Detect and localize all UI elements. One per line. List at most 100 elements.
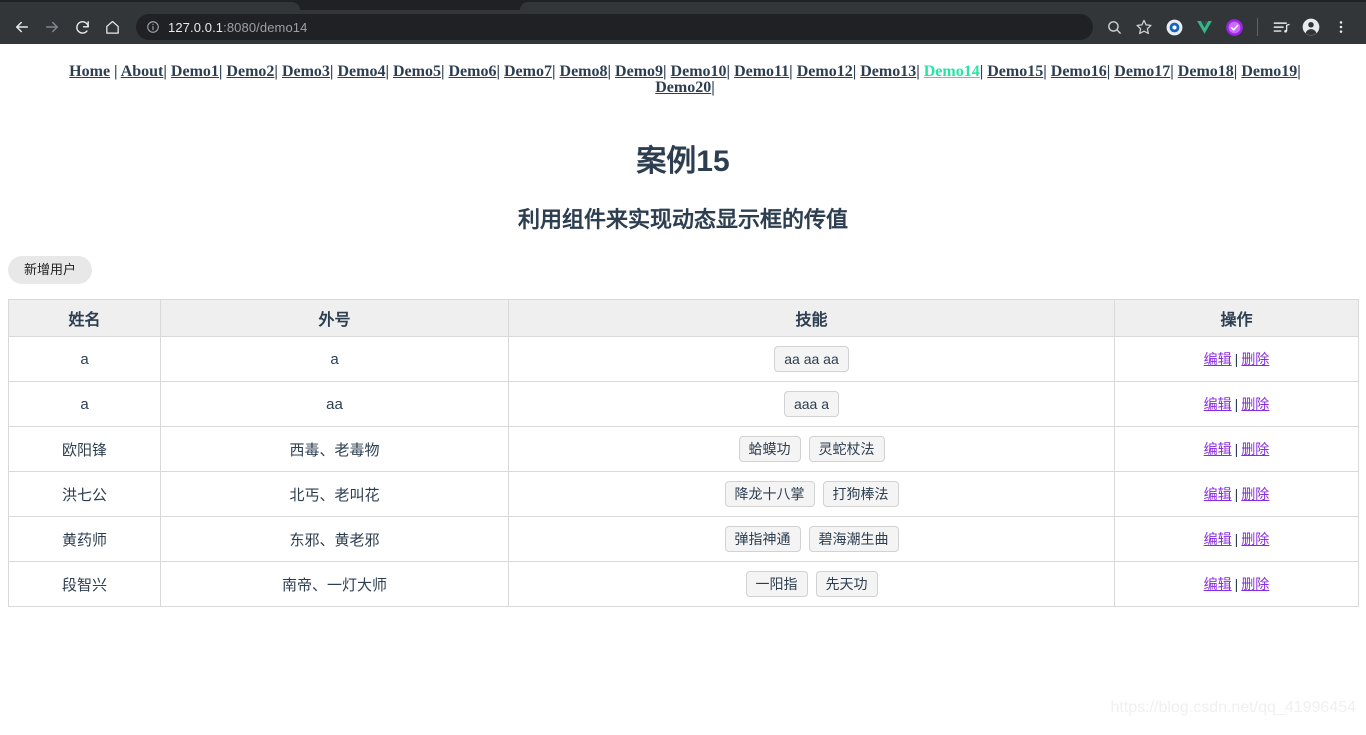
back-arrow-icon[interactable] (8, 13, 36, 41)
nav-link-demo16[interactable]: Demo16 (1051, 63, 1107, 80)
skill-tag: aa aa aa (774, 346, 849, 372)
table-row: a a aa aa aa 编辑 | 删除 (8, 336, 1359, 382)
delete-link[interactable]: 删除 (1241, 576, 1269, 592)
delete-link[interactable]: 删除 (1241, 441, 1269, 457)
cell-nickname: 北丐、老叫花 (160, 471, 509, 517)
nav-link-demo6[interactable]: Demo6 (448, 63, 496, 80)
nav-separator: | (163, 63, 171, 80)
nav-separator: | (711, 79, 715, 96)
nav-link-demo18[interactable]: Demo18 (1178, 63, 1234, 80)
page-subtitle: 利用组件来实现动态显示框的传值 (517, 207, 848, 232)
nav-link-demo9[interactable]: Demo9 (615, 63, 663, 80)
chrome-menu-icon[interactable] (1326, 13, 1356, 41)
nav-link-demo15[interactable]: Demo15 (987, 63, 1043, 80)
nav-link-demo8[interactable]: Demo8 (560, 63, 608, 80)
operations-separator: | (1234, 531, 1239, 547)
skill-tag: 弹指神通 (724, 526, 801, 552)
vue-devtools-icon[interactable] (1189, 13, 1219, 41)
delete-link[interactable]: 删除 (1241, 396, 1269, 412)
page-content: Home | About| Demo1| Demo2| Demo3| Demo4… (0, 44, 1366, 735)
nav-link-demo1[interactable]: Demo1 (171, 63, 219, 80)
skill-tag: 灵蛇杖法 (808, 436, 885, 462)
purple-check-badge-icon[interactable] (1219, 13, 1249, 41)
watermark: https://blog.csdn.net/qq_41996454 (1110, 699, 1356, 716)
cell-operations: 编辑 | 删除 (1114, 426, 1359, 472)
nav-link-demo3[interactable]: Demo3 (282, 63, 330, 80)
edit-link[interactable]: 编辑 (1204, 441, 1232, 457)
nav-separator: | (1043, 63, 1051, 80)
cell-name: 洪七公 (8, 471, 161, 517)
nav-link-demo12[interactable]: Demo12 (797, 63, 853, 80)
page-info-icon[interactable] (146, 20, 160, 34)
nav-link-demo5[interactable]: Demo5 (393, 63, 441, 80)
bookmark-star-icon[interactable] (1129, 13, 1159, 41)
browser-tabstrip[interactable] (0, 0, 1366, 10)
address-bar[interactable]: 127.0.0.1:8080/demo14 (136, 14, 1093, 40)
nav-link-demo7[interactable]: Demo7 (504, 63, 552, 80)
delete-link[interactable]: 删除 (1241, 486, 1269, 502)
cell-nickname: a (160, 336, 509, 382)
nav-link-demo20[interactable]: Demo20 (655, 79, 711, 96)
delete-link[interactable]: 删除 (1241, 531, 1269, 547)
nav-link-demo17[interactable]: Demo17 (1114, 63, 1170, 80)
edit-link[interactable]: 编辑 (1204, 396, 1232, 412)
browser-toolbar: 127.0.0.1:8080/demo14 (0, 10, 1366, 44)
nav-link-demo10[interactable]: Demo10 (671, 63, 727, 80)
nav-link-demo11[interactable]: Demo11 (734, 63, 789, 80)
cell-operations: 编辑 | 删除 (1114, 381, 1359, 427)
nav-link-demo2[interactable]: Demo2 (226, 63, 274, 80)
table-row: 洪七公 北丐、老叫花 降龙十八掌 打狗棒法 编辑 | 删除 (8, 471, 1359, 517)
operations-separator: | (1234, 441, 1239, 457)
cell-nickname: 西毒、老毒物 (160, 426, 509, 472)
edit-link[interactable]: 编辑 (1204, 576, 1232, 592)
page-title: 案例15 (636, 145, 730, 178)
cell-operations: 编辑 | 删除 (1114, 516, 1359, 562)
forward-arrow-icon[interactable] (38, 13, 66, 41)
address-bar-url: 127.0.0.1:8080/demo14 (168, 19, 308, 35)
operations-separator: | (1234, 576, 1239, 592)
nav-separator: | (607, 63, 616, 80)
profile-avatar-icon[interactable] (1296, 13, 1326, 41)
demo-nav: Home | About| Demo1| Demo2| Demo3| Demo4… (0, 44, 1366, 96)
nav-link-home[interactable]: Home (69, 63, 110, 80)
cell-nickname: 东邪、黄老邪 (160, 516, 509, 562)
cell-skills: 降龙十八掌 打狗棒法 (508, 471, 1115, 517)
nav-link-about[interactable]: About (121, 63, 164, 80)
nav-separator: | (916, 63, 924, 80)
nav-separator: | (496, 63, 504, 80)
add-user-button[interactable]: 新增用户 (8, 256, 93, 284)
table-row: 段智兴 南帝、一灯大师 一阳指 先天功 编辑 | 删除 (8, 561, 1359, 607)
skill-tag: 一阳指 (745, 571, 808, 597)
cell-name: 黄药师 (8, 516, 161, 562)
nav-link-demo19[interactable]: Demo19 (1241, 63, 1297, 80)
search-icon[interactable] (1099, 13, 1129, 41)
nav-link-demo13[interactable]: Demo13 (860, 63, 916, 80)
nav-separator: | (1170, 63, 1178, 80)
nav-separator: | (274, 63, 282, 80)
nav-link-demo14[interactable]: Demo14 (924, 63, 980, 80)
edit-link[interactable]: 编辑 (1204, 486, 1232, 502)
cell-skills: aa aa aa (508, 336, 1115, 382)
delete-link[interactable]: 删除 (1241, 351, 1269, 367)
cell-name: 欧阳锋 (8, 426, 161, 472)
edit-link[interactable]: 编辑 (1204, 531, 1232, 547)
user-table-body: a a aa aa aa 编辑 | 删除 a aa aaa a 编辑 | 删除 欧阳锋 西毒、老毒物 蛤蟆功… (8, 336, 1359, 607)
nav-separator: | (726, 63, 735, 80)
toolbar-actions (1099, 13, 1356, 41)
extension-blue-circle-icon[interactable] (1159, 13, 1189, 41)
nav-link-demo4[interactable]: Demo4 (337, 63, 385, 80)
browser-tab[interactable] (0, 2, 300, 10)
cell-name: a (8, 336, 161, 382)
skill-tag: 降龙十八掌 (724, 481, 815, 507)
cell-skills: 一阳指 先天功 (508, 561, 1115, 607)
nav-separator: | (1297, 63, 1301, 80)
browser-tab[interactable] (520, 2, 1366, 10)
media-playlist-icon[interactable] (1266, 13, 1296, 41)
cell-skills: aaa a (508, 381, 1115, 427)
home-icon[interactable] (98, 13, 126, 41)
reload-icon[interactable] (68, 13, 96, 41)
column-header-name: 姓名 (8, 299, 161, 337)
cell-operations: 编辑 | 删除 (1114, 471, 1359, 517)
edit-link[interactable]: 编辑 (1204, 351, 1232, 367)
browser-chrome: 127.0.0.1:8080/demo14 (0, 0, 1366, 44)
